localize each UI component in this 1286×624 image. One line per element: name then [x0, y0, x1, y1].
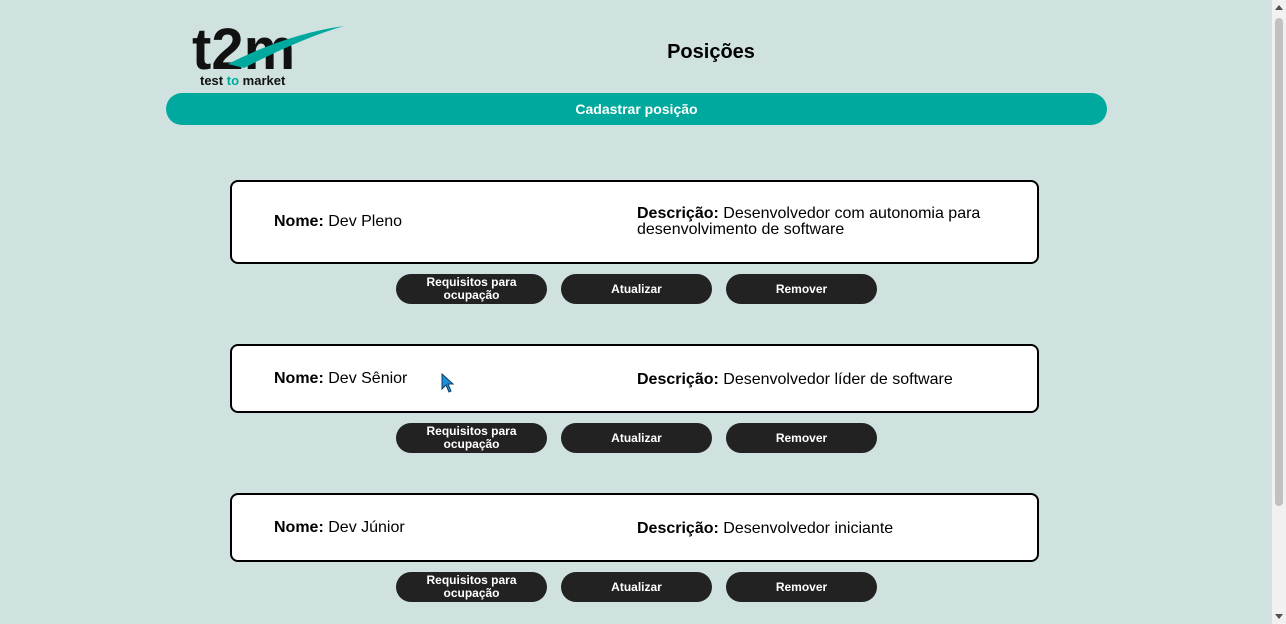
page-title: Posições — [667, 41, 755, 63]
svg-text:test to market: test to market — [200, 73, 286, 88]
requirements-button[interactable]: Requisitos para ocupação — [396, 423, 547, 453]
register-position-button[interactable]: Cadastrar posição — [166, 93, 1107, 125]
logo-sub-market: market — [243, 73, 286, 88]
scrollbar-thumb[interactable] — [1275, 18, 1283, 506]
vertical-scrollbar[interactable] — [1272, 0, 1286, 624]
mouse-cursor-icon — [441, 373, 455, 393]
scroll-down-icon[interactable] — [1275, 614, 1283, 619]
logo-sub-test: test — [200, 73, 224, 88]
header: t2m test to market Posições — [0, 0, 1272, 94]
logo-graphic: t2m test to market — [192, 17, 344, 88]
name-label: Nome: — [274, 519, 324, 536]
description-label: Descrição: — [637, 520, 719, 537]
update-button[interactable]: Atualizar — [561, 572, 712, 602]
position-card: Nome: Dev Júnior Descrição: Desenvolvedo… — [230, 493, 1039, 562]
remove-button[interactable]: Remover — [726, 423, 877, 453]
scroll-up-icon[interactable] — [1275, 5, 1283, 10]
update-button[interactable]: Atualizar — [561, 274, 712, 304]
remove-button[interactable]: Remover — [726, 274, 877, 304]
position-description: Descrição: Desenvolvedor com autonomia p… — [637, 206, 1017, 238]
remove-button[interactable]: Remover — [726, 572, 877, 602]
name-value: Dev Júnior — [328, 519, 405, 536]
update-button[interactable]: Atualizar — [561, 423, 712, 453]
logo-sub-to: to — [227, 73, 239, 88]
description-value: Desenvolvedor iniciante — [723, 520, 894, 537]
requirements-button[interactable]: Requisitos para ocupação — [396, 572, 547, 602]
position-description: Descrição: Desenvolvedor líder de softwa… — [637, 372, 1017, 388]
position-description: Descrição: Desenvolvedor iniciante — [637, 521, 1017, 537]
position-name: Nome: Dev Júnior — [274, 519, 405, 537]
name-label: Nome: — [274, 213, 324, 230]
name-value: Dev Pleno — [328, 213, 403, 230]
position-name: Nome: Dev Pleno — [274, 213, 402, 231]
description-value: Desenvolvedor líder de software — [723, 371, 953, 388]
position-card: Nome: Dev Sênior Descrição: Desenvolvedo… — [230, 344, 1039, 413]
t2m-logo: t2m test to market — [192, 16, 352, 90]
description-label: Descrição: — [637, 371, 719, 388]
name-label: Nome: — [274, 370, 324, 387]
name-value: Dev Sênior — [328, 370, 408, 387]
description-label: Descrição: — [637, 205, 719, 222]
position-card: Nome: Dev Pleno Descrição: Desenvolvedor… — [230, 180, 1039, 264]
position-name: Nome: Dev Sênior — [274, 370, 407, 388]
requirements-button[interactable]: Requisitos para ocupação — [396, 274, 547, 304]
